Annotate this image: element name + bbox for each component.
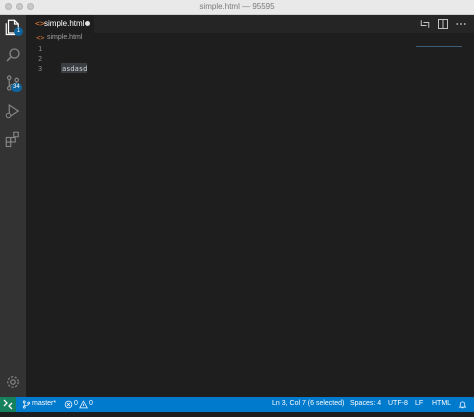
more-actions-icon[interactable]: [455, 18, 467, 30]
split-editor-icon[interactable]: [437, 18, 449, 30]
window-titlebar: simple.html — 95595: [0, 0, 474, 15]
breadcrumb: <> simple.html: [26, 33, 474, 45]
extensions-icon[interactable]: [4, 130, 22, 148]
warning-count[interactable]: 0: [89, 400, 93, 407]
window-title: simple.html — 95595: [199, 2, 275, 11]
branch-icon: [22, 400, 31, 409]
line-number: 2: [38, 55, 43, 63]
gear-icon[interactable]: [4, 373, 22, 391]
html-file-icon: <>: [36, 34, 45, 42]
branch-status[interactable]: master*: [32, 400, 56, 407]
status-bar: master* 0 0 Ln 3, Col 7 (6 selected) Spa…: [0, 397, 474, 412]
source-control-badge: 34: [11, 83, 22, 92]
unsaved-dot-icon[interactable]: [85, 21, 90, 26]
language-mode[interactable]: HTML: [432, 400, 451, 407]
encoding-status[interactable]: UTF-8: [388, 400, 408, 407]
bell-icon[interactable]: [458, 400, 467, 409]
code-line[interactable]: asdasd: [62, 65, 87, 73]
cursor-position[interactable]: Ln 3, Col 7 (6 selected): [272, 400, 344, 407]
search-icon[interactable]: [4, 46, 22, 64]
breadcrumb-file[interactable]: simple.html: [47, 34, 82, 41]
error-count[interactable]: 0: [74, 400, 78, 407]
open-changes-icon[interactable]: [419, 18, 431, 30]
line-number: 3: [38, 65, 43, 73]
indentation-status[interactable]: Spaces: 4: [350, 400, 381, 407]
minimap-indicator: [416, 46, 462, 47]
error-icon: [64, 400, 73, 409]
code-editor[interactable]: 1 2 3 asdasd: [26, 45, 474, 397]
warning-icon: [79, 400, 88, 409]
explorer-badge: 1: [14, 27, 23, 36]
line-number: 1: [38, 45, 43, 53]
tab-label: simple.html: [44, 19, 85, 28]
editor-tab-bar: <> simple.html: [26, 15, 474, 33]
eol-status[interactable]: LF: [415, 400, 423, 407]
run-debug-icon[interactable]: [4, 102, 22, 120]
activity-bar: 1 34: [0, 15, 26, 397]
remote-indicator[interactable]: [0, 397, 16, 412]
tab-simple-html[interactable]: <> simple.html: [26, 15, 94, 33]
